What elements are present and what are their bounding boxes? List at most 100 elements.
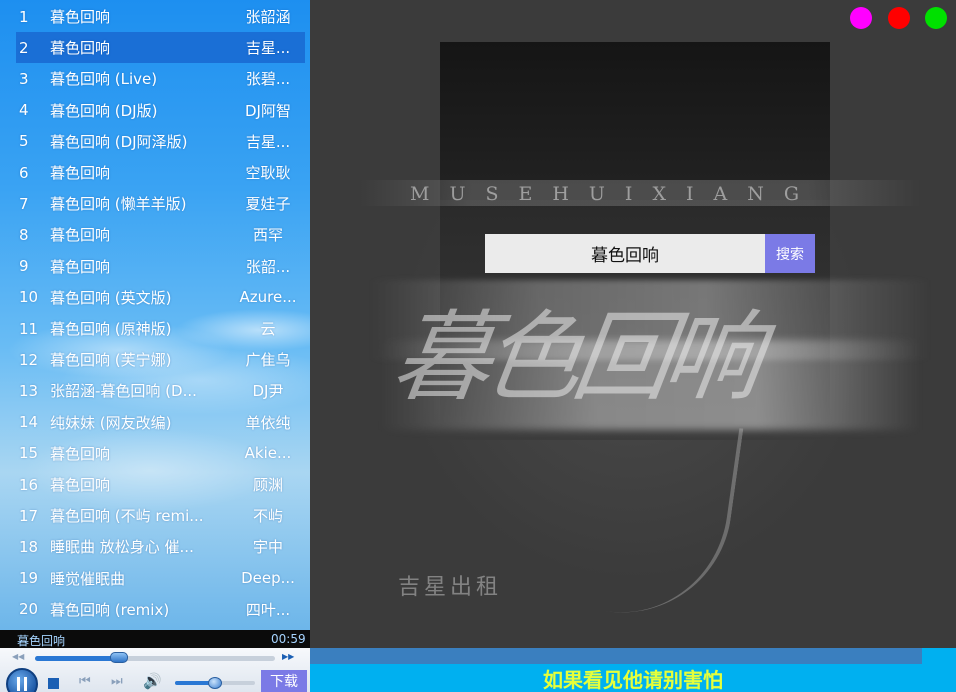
- track-row[interactable]: 16 暮色回响 顾渊: [0, 469, 310, 500]
- minimize-dot-button[interactable]: [850, 7, 872, 29]
- track-title: 暮色回响: [50, 8, 111, 26]
- track-row[interactable]: 17 暮色回响 (不屿 remi... 不屿: [0, 500, 310, 531]
- fast-forward-icon[interactable]: ▶▶: [282, 652, 294, 661]
- track-number: 17: [19, 506, 39, 525]
- track-artist: 空耿耿: [245, 164, 291, 182]
- track-row[interactable]: 15 暮色回响 Akie...: [0, 438, 310, 469]
- track-number: 8: [19, 225, 29, 244]
- track-title: 暮色回响: [50, 39, 111, 58]
- stop-button[interactable]: [48, 678, 59, 689]
- track-row[interactable]: 10 暮色回响 (英文版) Azure...: [0, 282, 310, 313]
- track-artist: 宇中: [252, 538, 283, 557]
- track-title: 暮色回响 (remix): [50, 600, 170, 619]
- track-number: 20: [19, 600, 39, 619]
- next-track-button[interactable]: ⏭: [111, 675, 123, 688]
- track-number: 2: [19, 38, 29, 57]
- cover-artist-text: 吉星出租: [398, 575, 503, 600]
- track-number: 12: [19, 350, 39, 369]
- track-artist: 广隹乌: [245, 351, 291, 370]
- previous-track-button[interactable]: ⏮: [79, 675, 91, 688]
- track-number: 9: [19, 257, 29, 276]
- track-number: 4: [19, 101, 29, 120]
- track-artist: DJ尹: [252, 382, 284, 401]
- track-row[interactable]: 7 暮色回响 (懒羊羊版) 夏娃子: [0, 188, 310, 219]
- track-title: 暮色回响: [50, 444, 111, 463]
- current-lyric: 如果看见他请别害怕: [543, 668, 723, 692]
- track-artist: 张韶...: [245, 257, 291, 276]
- track-row[interactable]: 11 暮色回响 (原神版) 云: [0, 313, 310, 344]
- track-number: 19: [19, 569, 39, 588]
- track-artist: 西罕: [252, 226, 283, 245]
- track-row[interactable]: 19 睡觉催眠曲 Deep...: [0, 563, 310, 594]
- track-row[interactable]: 3 暮色回响 (Live) 张碧...: [0, 63, 310, 94]
- album-cover: [440, 42, 830, 202]
- track-title: 暮色回响 (Live): [50, 70, 158, 89]
- track-artist: Deep...: [241, 569, 295, 588]
- track-artist: 张韶涵: [245, 8, 291, 26]
- track-artist: Akie...: [244, 444, 292, 463]
- track-number: 11: [19, 319, 39, 338]
- close-dot-button[interactable]: [888, 7, 910, 29]
- track-title: 暮色回响 (DJ版): [50, 101, 158, 120]
- pause-icon: [17, 677, 27, 691]
- progress-handle[interactable]: [110, 652, 128, 663]
- track-row[interactable]: 9 暮色回响 张韶...: [0, 251, 310, 282]
- playlist-panel: 1 暮色回响 张韶涵 2 暮色回响 吉星... 3 暮色回响 (Live) 张碧... 4 暮色回响…: [0, 0, 310, 630]
- track-number: 18: [19, 537, 39, 556]
- track-title: 暮色回响 (不屿 remi...: [50, 507, 204, 526]
- track-row[interactable]: 12 暮色回响 (芙宁娜) 广隹乌: [0, 344, 310, 375]
- search-input[interactable]: [485, 234, 765, 273]
- track-title: 暮色回响: [50, 476, 111, 494]
- volume-icon[interactable]: 🔊: [143, 674, 162, 689]
- track-title: 暮色回响 (DJ阿泽版): [50, 132, 188, 151]
- pause-button[interactable]: [6, 668, 38, 692]
- track-number: 1: [19, 7, 29, 26]
- track-artist: 吉星...: [245, 39, 291, 58]
- lyrics-progress: [310, 648, 922, 664]
- track-title: 暮色回响: [50, 226, 111, 245]
- track-row[interactable]: 6 暮色回响 空耿耿: [0, 157, 310, 188]
- track-title: 张韶涵-暮色回响 (D...: [50, 382, 197, 401]
- playback-time: 00:59: [271, 632, 306, 646]
- track-number: 14: [19, 413, 39, 432]
- track-number: 15: [19, 444, 39, 463]
- track-title: 睡觉催眠曲: [50, 569, 126, 588]
- track-number: 10: [19, 288, 39, 307]
- cover-calligraphy-title: 暮色回响: [385, 301, 762, 415]
- maximize-dot-button[interactable]: [925, 7, 947, 29]
- track-row[interactable]: 2 暮色回响 吉星...: [16, 32, 305, 64]
- progress-fill: [35, 656, 119, 661]
- track-title: 暮色回响 (原神版): [50, 320, 172, 338]
- volume-handle[interactable]: [208, 677, 222, 689]
- track-row[interactable]: 1 暮色回响 张韶涵: [0, 1, 310, 32]
- now-playing-title: 暮色回响: [17, 634, 66, 648]
- track-row[interactable]: 13 张韶涵-暮色回响 (D... DJ尹: [0, 375, 310, 406]
- rewind-icon[interactable]: ◀◀: [12, 652, 24, 661]
- track-row[interactable]: 4 暮色回响 (DJ版) DJ阿智: [0, 95, 310, 126]
- track-artist: 顾渊: [252, 476, 283, 494]
- track-number: 3: [19, 69, 29, 88]
- download-button[interactable]: 下载: [261, 670, 307, 692]
- track-title: 暮色回响 (英文版): [50, 288, 172, 307]
- track-artist: DJ阿智: [245, 101, 291, 120]
- track-number: 13: [19, 381, 39, 400]
- track-title: 纯妹妹 (网友改编): [50, 413, 172, 432]
- track-row[interactable]: 8 暮色回响 西罕: [0, 219, 310, 250]
- track-artist: 单依纯: [245, 413, 291, 432]
- track-number: 16: [19, 475, 39, 494]
- track-row[interactable]: 18 睡眠曲 放松身心 催... 宇中: [0, 531, 310, 562]
- track-number: 5: [19, 132, 29, 151]
- track-artist: 云: [260, 320, 276, 338]
- search-button[interactable]: 搜索: [765, 234, 815, 273]
- track-artist: Azure...: [239, 288, 297, 307]
- track-row[interactable]: 5 暮色回响 (DJ阿泽版) 吉星...: [0, 126, 310, 157]
- progress-bar[interactable]: [35, 656, 275, 661]
- track-artist: 四叶...: [245, 600, 291, 619]
- track-row[interactable]: 14 纯妹妹 (网友改编) 单依纯: [0, 407, 310, 438]
- track-title: 暮色回响: [50, 164, 111, 182]
- track-artist: 夏娃子: [245, 195, 291, 214]
- track-number: 6: [19, 163, 29, 182]
- track-artist: 吉星...: [245, 132, 291, 151]
- track-title: 暮色回响 (懒羊羊版): [50, 195, 187, 214]
- track-row[interactable]: 20 暮色回响 (remix) 四叶...: [0, 594, 310, 625]
